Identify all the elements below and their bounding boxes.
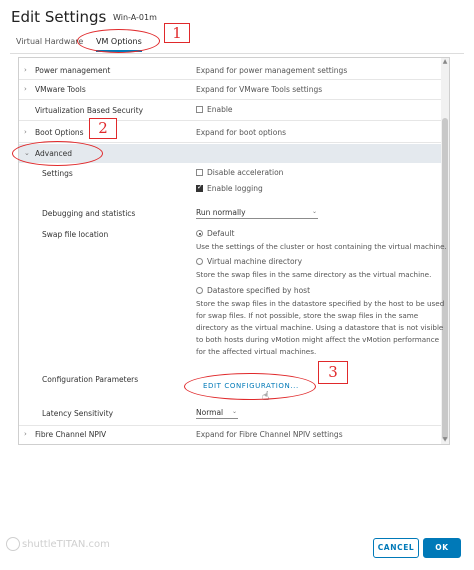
row-boot-options[interactable]: › Boot Options Expand for boot options [19, 122, 441, 143]
ok-button[interactable]: OK [423, 538, 461, 558]
watermark: shuttleTITAN.com [6, 537, 110, 551]
vmware-tools-label: VMware Tools [35, 85, 86, 94]
latency-sensitivity-select[interactable]: Normal ⌄ [196, 408, 238, 419]
vbs-enable-label: Enable [207, 105, 233, 114]
latency-select-value: Normal [196, 408, 224, 417]
watermark-logo-icon [6, 537, 20, 551]
power-management-label: Power management [35, 66, 111, 75]
power-management-value: Expand for power management settings [196, 66, 348, 75]
debugging-select-value: Run normally [196, 208, 246, 217]
boot-options-value: Expand for boot options [196, 128, 287, 137]
annotation-number-2: 2 [89, 118, 117, 139]
chevron-right-icon[interactable]: › [24, 430, 27, 438]
watermark-text: shuttleTITAN.com [22, 539, 110, 550]
swap-datastore-label: Datastore specified by host [207, 286, 311, 295]
row-fibre-channel-npiv[interactable]: › Fibre Channel NPIV Expand for Fibre Ch… [19, 427, 441, 444]
swap-datastore-desc-line: for the affected virtual machines. [196, 347, 317, 356]
enable-logging-checkbox[interactable] [196, 183, 203, 192]
row-vmware-tools[interactable]: › VMware Tools Expand for VMware Tools s… [19, 81, 441, 100]
scroll-down-arrow-icon[interactable]: ▼ [441, 436, 449, 444]
panel-scrollbar[interactable]: ▲ ▼ [441, 58, 449, 444]
annotation-ellipse-advanced [12, 141, 103, 166]
chevron-right-icon[interactable]: › [24, 85, 27, 93]
debugging-select[interactable]: Run normally ⌄ [196, 208, 318, 219]
fibre-channel-npiv-label: Fibre Channel NPIV [35, 430, 107, 439]
swap-datastore-desc-line: directory as the virtual machine. Using … [196, 323, 444, 332]
vmware-tools-value: Expand for VMware Tools settings [196, 85, 323, 94]
annotation-ellipse-vm-options [77, 29, 160, 53]
scroll-thumb[interactable] [442, 118, 448, 440]
configuration-parameters-label: Configuration Parameters [42, 375, 139, 384]
swap-default-radio[interactable] [196, 230, 203, 237]
tab-virtual-hardware[interactable]: Virtual Hardware [16, 37, 83, 46]
chevron-down-icon: ⌄ [231, 408, 237, 415]
vbs-enable-checkbox[interactable] [196, 106, 203, 113]
header-divider [10, 53, 464, 54]
row-debugging-and-statistics: Debugging and statistics Run normally ⌄ [19, 205, 441, 225]
swap-datastore-radio[interactable] [196, 287, 203, 294]
cancel-button[interactable]: CANCEL [373, 538, 419, 558]
swap-datastore-desc-line: for swap files. If not possible, store t… [196, 311, 419, 320]
annotation-number-3: 3 [318, 361, 348, 384]
dialog-title: Edit Settings [11, 8, 107, 26]
swap-vm-directory-label: Virtual machine directory [207, 257, 303, 266]
vm-name: Win-A-01m [113, 13, 157, 22]
chevron-down-icon: ⌄ [311, 208, 317, 215]
swap-default-label: Default [207, 229, 235, 238]
settings-label: Settings [42, 169, 73, 178]
row-swap-file-location: Swap file location Default Use the setti… [19, 226, 447, 368]
row-virtualization-based-security: Virtualization Based Security Enable [19, 101, 441, 121]
chevron-right-icon[interactable]: › [24, 66, 27, 74]
row-latency-sensitivity: Latency Sensitivity Normal ⌄ [19, 405, 441, 426]
swap-datastore-desc-line: to both hosts during vMotion might affec… [196, 335, 440, 344]
annotation-ellipse-edit-configuration [184, 373, 316, 400]
chevron-right-icon[interactable]: › [24, 128, 27, 136]
fibre-channel-npiv-value: Expand for Fibre Channel NPIV settings [196, 430, 343, 439]
row-settings: Settings Disable acceleration Enable log… [19, 165, 441, 205]
swap-vm-directory-radio[interactable] [196, 258, 203, 265]
enable-logging-label: Enable logging [207, 184, 263, 193]
debugging-label: Debugging and statistics [42, 209, 136, 218]
scroll-up-arrow-icon[interactable]: ▲ [441, 58, 449, 66]
vbs-label: Virtualization Based Security [35, 106, 144, 115]
latency-sensitivity-label: Latency Sensitivity [42, 409, 114, 418]
disable-acceleration-checkbox[interactable] [196, 169, 203, 176]
swap-vm-directory-desc: Store the swap files in the same directo… [196, 270, 432, 279]
swap-file-location-label: Swap file location [42, 230, 109, 239]
annotation-number-1: 1 [164, 23, 190, 43]
swap-default-desc: Use the settings of the cluster or host … [196, 242, 447, 251]
swap-datastore-desc-line: Store the swap files in the datastore sp… [196, 299, 445, 308]
disable-acceleration-label: Disable acceleration [207, 168, 284, 177]
row-power-management[interactable]: › Power management Expand for power mana… [19, 62, 441, 80]
boot-options-label: Boot Options [35, 128, 84, 137]
